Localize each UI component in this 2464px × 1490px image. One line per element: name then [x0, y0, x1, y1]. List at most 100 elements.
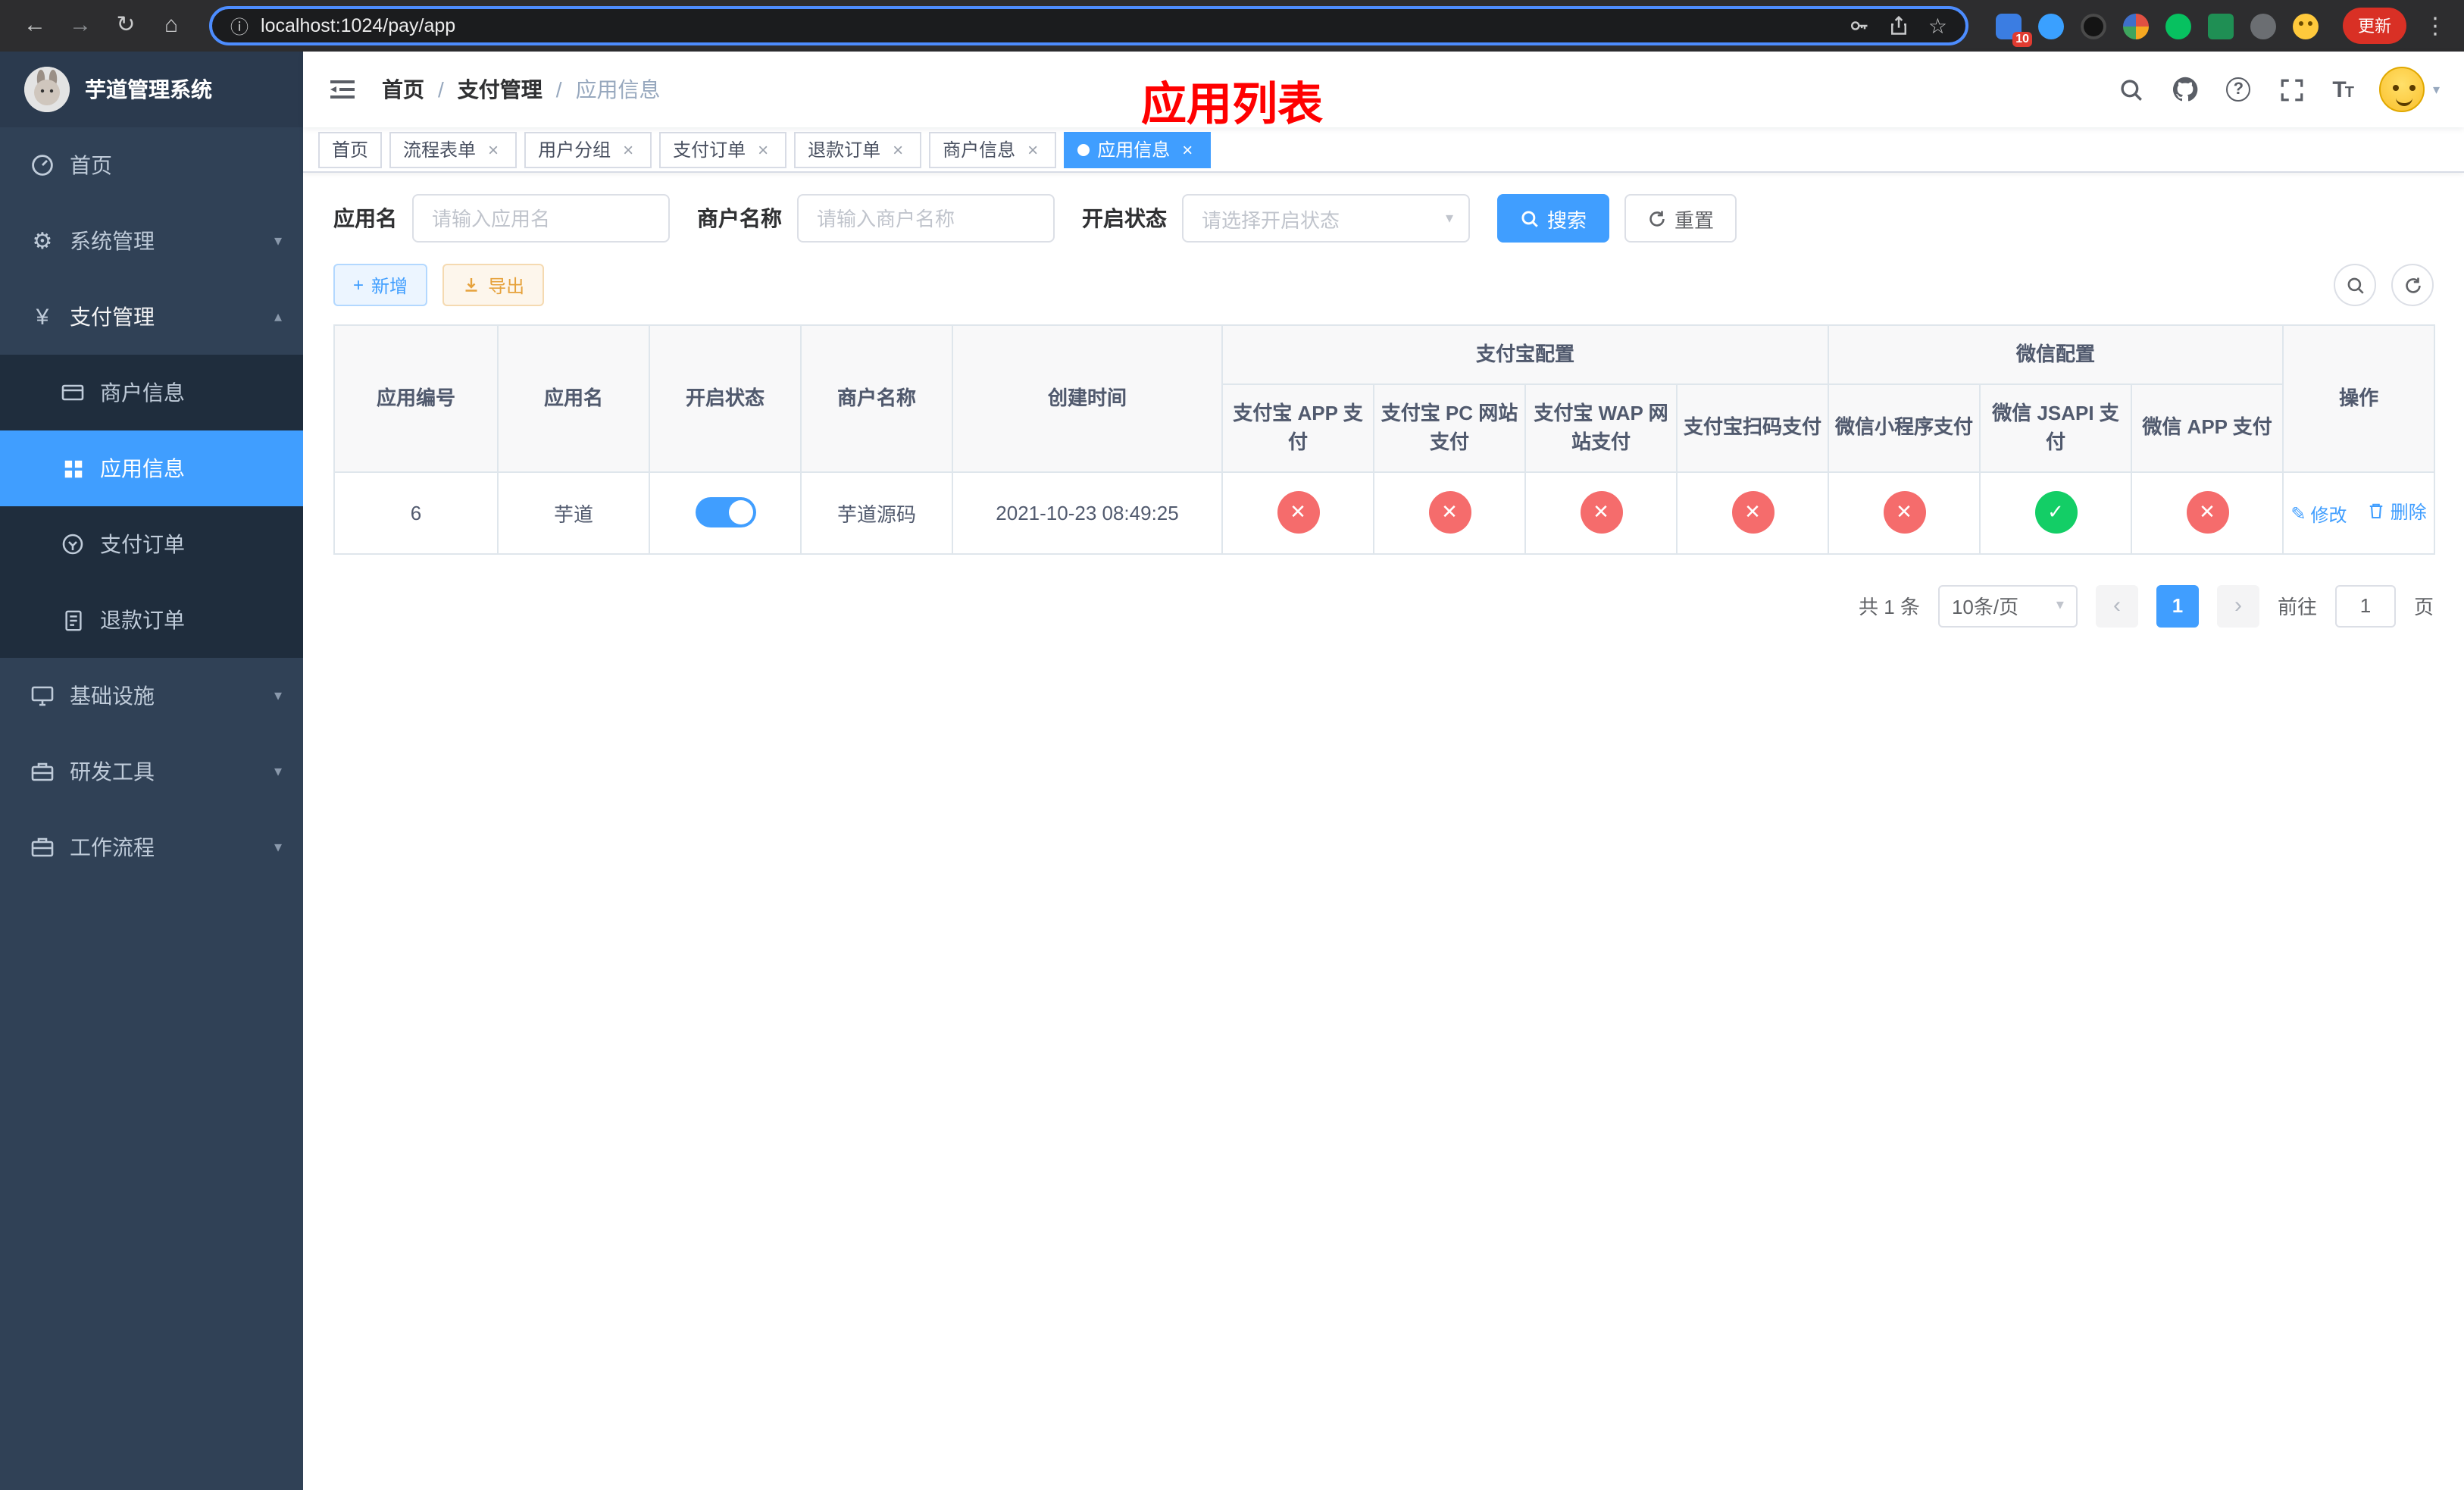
channel-disabled-icon: ✕: [1580, 491, 1622, 534]
status-toggle[interactable]: [695, 497, 755, 527]
prev-page-button[interactable]: ‹: [2095, 584, 2138, 627]
extension-icon[interactable]: [2081, 13, 2106, 39]
page-size-select[interactable]: 10条/页 ▾: [1937, 584, 2078, 627]
sidebar-item-merchant-info[interactable]: 商户信息: [0, 355, 303, 430]
channel-disabled-icon: ✕: [1277, 491, 1319, 534]
sidebar-item-home[interactable]: 首页: [0, 127, 303, 203]
chevron-up-icon: ▴: [274, 308, 282, 325]
sidebar-item-pay-order[interactable]: 支付订单: [0, 506, 303, 582]
active-dot-icon: [1077, 143, 1090, 155]
dashboard-icon: [30, 153, 55, 177]
annotation-app-list: 应用列表: [1141, 80, 1323, 130]
tab-merchant-info[interactable]: 商户信息 ×: [929, 131, 1057, 167]
extension-icon[interactable]: [2123, 13, 2149, 39]
browser-menu-icon[interactable]: ⋮: [2422, 12, 2449, 39]
page-content: 应用名 商户名称 开启状态 请选择开启状态 ▾: [303, 173, 2464, 1490]
edit-button[interactable]: ✎ 修改: [2290, 501, 2347, 527]
export-button[interactable]: 导出: [442, 264, 545, 306]
url-bar[interactable]: ⓘ localhost:1024/pay/app ☆: [209, 6, 1968, 45]
sidebar-item-label: 应用信息: [100, 456, 185, 480]
browser-update-button[interactable]: 更新: [2343, 8, 2406, 44]
next-page-button[interactable]: ›: [2216, 584, 2259, 627]
help-icon[interactable]: ?: [2226, 77, 2251, 102]
delete-button[interactable]: 删除: [2368, 498, 2427, 524]
sidebar-logo[interactable]: 芋道管理系统: [0, 52, 303, 127]
tab-app-info[interactable]: 应用信息 ×: [1064, 131, 1212, 167]
status-label: 开启状态: [1082, 206, 1167, 230]
extension-icon[interactable]: [2208, 13, 2234, 39]
credit-card-icon: [61, 380, 85, 405]
refresh-button[interactable]: [2391, 264, 2434, 306]
avatar[interactable]: [2379, 67, 2425, 112]
edit-pencil-icon: ✎: [2290, 503, 2306, 524]
chevron-down-icon: ▾: [274, 839, 282, 856]
chevron-down-icon: ▾: [1445, 210, 1453, 227]
add-button[interactable]: + 新增: [333, 264, 428, 306]
extension-icon[interactable]: [2293, 13, 2319, 39]
password-key-icon[interactable]: [1850, 15, 1871, 36]
col-header-alipay-qr: 支付宝扫码支付: [1675, 383, 1830, 472]
breadcrumb-home[interactable]: 首页: [382, 74, 424, 105]
close-icon[interactable]: ×: [753, 139, 773, 160]
goto-page-input[interactable]: [2334, 584, 2396, 627]
browser-home-button[interactable]: ⌂: [152, 6, 191, 45]
user-menu[interactable]: ▾: [2379, 67, 2440, 112]
browser-reload-button[interactable]: ↻: [106, 6, 145, 45]
extension-icon[interactable]: 10: [1996, 13, 2032, 46]
col-header-actions: 操作: [2282, 324, 2436, 472]
header-search-icon[interactable]: [2117, 76, 2144, 103]
sidebar-item-infra[interactable]: 基础设施 ▾: [0, 658, 303, 734]
reset-button[interactable]: 重置: [1624, 194, 1737, 243]
grid-icon: [61, 456, 85, 480]
tab-process-form[interactable]: 流程表单 ×: [389, 131, 518, 167]
logo-rabbit-icon: [24, 67, 70, 112]
sidebar-item-devtools[interactable]: 研发工具 ▾: [0, 734, 303, 809]
group-header-wechat: 微信配置: [1828, 324, 2284, 384]
browser-back-button[interactable]: ←: [15, 6, 55, 45]
sidebar-item-workflow[interactable]: 工作流程 ▾: [0, 809, 303, 885]
status-select[interactable]: 请选择开启状态 ▾: [1182, 194, 1470, 243]
extension-icon[interactable]: [2165, 13, 2191, 39]
close-icon[interactable]: ×: [1023, 139, 1043, 160]
browser-forward-button[interactable]: →: [61, 6, 100, 45]
goto-unit: 页: [2413, 596, 2434, 618]
tab-pay-order[interactable]: 支付订单 ×: [659, 131, 787, 167]
breadcrumb-payment[interactable]: 支付管理: [458, 74, 543, 105]
document-icon: [61, 608, 85, 632]
github-icon[interactable]: [2172, 76, 2199, 103]
col-header-alipay-wap: 支付宝 WAP 网站支付: [1524, 383, 1678, 472]
extension-icon[interactable]: [2250, 13, 2276, 39]
merchant-name-input[interactable]: [797, 194, 1055, 243]
sidebar-item-app-info[interactable]: 应用信息: [0, 430, 303, 506]
fullscreen-icon[interactable]: [2278, 76, 2305, 103]
bookmark-star-icon[interactable]: ☆: [1928, 13, 1947, 39]
sidebar: 芋道管理系统 首页 ⚙ 系统管理 ▾ ¥ 支付管理 ▴ 商户信息 应用信息 支付…: [0, 52, 303, 1490]
extension-icon[interactable]: [2038, 13, 2064, 39]
chevron-down-icon: ▾: [274, 687, 282, 704]
tab-home[interactable]: 首页: [318, 131, 383, 167]
browser-chrome: ← → ↻ ⌂ ⓘ localhost:1024/pay/app ☆ 10 更新…: [0, 0, 2464, 52]
sidebar-item-system[interactable]: ⚙ 系统管理 ▾: [0, 203, 303, 279]
close-icon[interactable]: ×: [483, 139, 503, 160]
tab-refund-order[interactable]: 退款订单 ×: [794, 131, 922, 167]
site-info-icon[interactable]: ⓘ: [230, 13, 249, 39]
font-size-icon[interactable]: TT: [2332, 77, 2354, 102]
search-button[interactable]: 搜索: [1497, 194, 1610, 243]
close-icon[interactable]: ×: [618, 139, 638, 160]
sidebar-item-payment[interactable]: ¥ 支付管理 ▴: [0, 279, 303, 355]
close-icon[interactable]: ×: [888, 139, 908, 160]
col-header-wx-app: 微信 APP 支付: [2131, 383, 2284, 472]
sidebar-item-label: 首页: [70, 153, 112, 177]
tab-user-group[interactable]: 用户分组 ×: [524, 131, 652, 167]
share-icon[interactable]: [1889, 15, 1910, 36]
chevron-down-icon: ▾: [2432, 81, 2440, 96]
sidebar-collapse-icon[interactable]: [327, 74, 358, 105]
total-count: 共 1 条: [1859, 596, 1920, 618]
col-header-app-id: 应用编号: [333, 324, 499, 472]
page-number-button[interactable]: 1: [2156, 584, 2199, 627]
app-name-input[interactable]: [412, 194, 670, 243]
sidebar-item-refund-order[interactable]: 退款订单: [0, 582, 303, 658]
toggle-search-button[interactable]: [2334, 264, 2376, 306]
close-icon[interactable]: ×: [1177, 139, 1197, 160]
extension-badge: 10: [2012, 31, 2032, 46]
